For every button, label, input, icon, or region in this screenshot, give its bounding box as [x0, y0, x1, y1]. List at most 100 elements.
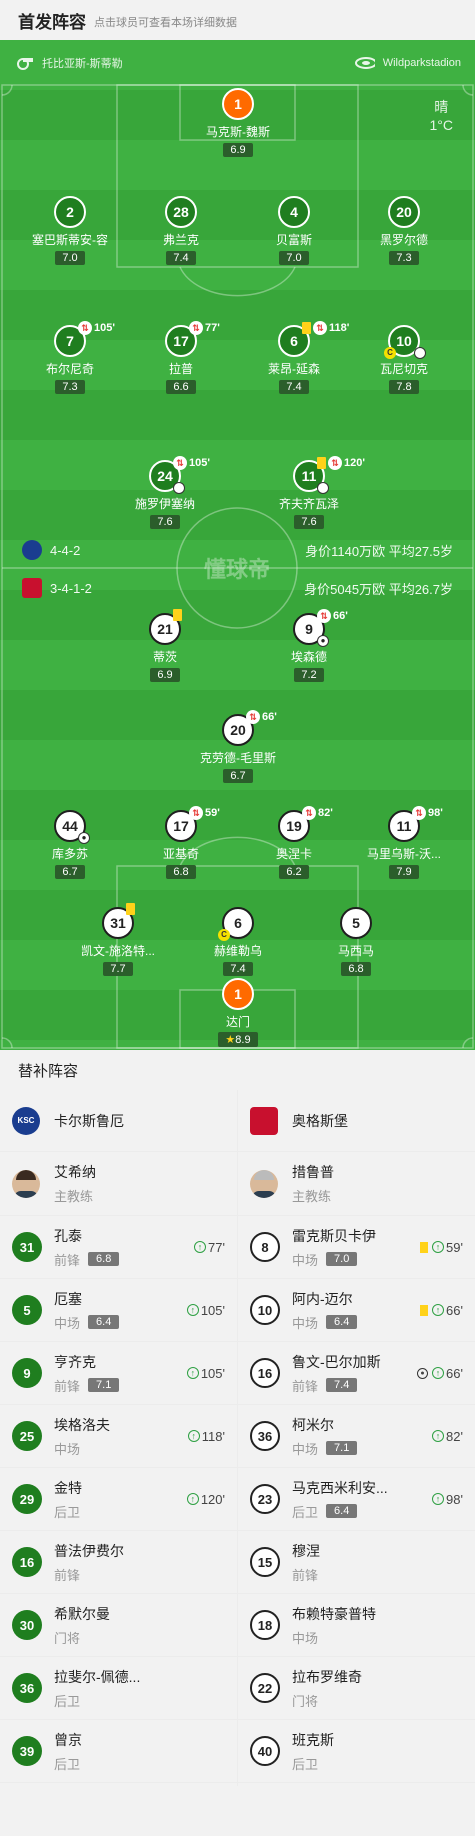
- player-rating: 7.8: [389, 380, 419, 394]
- player-away-1[interactable]: 1 达门 ★8.9: [183, 978, 293, 1048]
- sub-time: 105': [200, 1302, 225, 1318]
- away-value-age: 身价5045万欧 平均26.7岁: [304, 581, 453, 597]
- player-home-17[interactable]: 17 ⇅ 77' 拉普 6.6: [126, 321, 236, 395]
- player-home-1[interactable]: 1 马克斯-魏斯 6.9: [183, 88, 293, 158]
- captain-icon: C: [218, 929, 230, 941]
- sub-row[interactable]: 18 布赖特豪普特 中场: [238, 1594, 475, 1657]
- sub-number: 9: [12, 1358, 42, 1388]
- home-team-row[interactable]: KSC 卡尔斯鲁厄: [0, 1090, 237, 1152]
- player-number: 1: [222, 88, 254, 120]
- sub-name: 金特: [54, 1479, 82, 1496]
- sub-row[interactable]: 31 孔泰 前锋 6.8 ↑ 77': [0, 1216, 237, 1279]
- sub-row[interactable]: 36 柯米尔 中场 7.1 ↑ 82': [238, 1405, 475, 1468]
- player-away-20[interactable]: 20 ⇅ 66' 克劳德-毛里斯 6.7: [183, 710, 293, 784]
- player-home-10[interactable]: 10 C ● 瓦尼切克 7.8: [349, 325, 459, 395]
- sub-time: 77': [208, 1239, 225, 1255]
- away-team-row[interactable]: 奥格斯堡: [238, 1090, 475, 1152]
- substitution-icon: ⇅: [78, 321, 92, 335]
- player-home-7[interactable]: 7 ⇅ 105' 布尔尼奇 7.3: [15, 321, 125, 395]
- sub-row[interactable]: 5 厄塞 中场 6.4 ↑ 105': [0, 1279, 237, 1342]
- home-coach-row[interactable]: 艾希纳 主教练: [0, 1152, 237, 1216]
- player-number: 20 ⇅ 66': [222, 710, 277, 746]
- sub-position: 前锋: [54, 1252, 81, 1268]
- sub-row[interactable]: 8 雷克斯贝卡伊 中场 7.0 ↑ 59': [238, 1216, 475, 1279]
- player-number: 20: [388, 196, 420, 228]
- sub-in-icon: ↑: [432, 1241, 445, 1253]
- sub-row[interactable]: 29 金特 后卫 ↑ 120': [0, 1468, 237, 1531]
- sub-number: 23: [250, 1484, 280, 1514]
- player-away-21[interactable]: 21 蒂茨 6.9: [110, 609, 220, 683]
- home-team-name: 卡尔斯鲁厄: [54, 1112, 124, 1129]
- ball-icon: ●: [173, 482, 185, 494]
- sub-number: 30: [12, 1610, 42, 1640]
- player-name: 克劳德-毛里斯: [200, 751, 276, 765]
- player-rating: 6.7: [55, 865, 85, 879]
- player-home-11[interactable]: 11 ● ⇅ 120' 齐夫齐瓦泽 7.6: [254, 456, 365, 530]
- player-name: 莱昂-延森: [268, 362, 320, 376]
- sub-row[interactable]: 22 拉布罗维奇 门将: [238, 1657, 475, 1720]
- subs-title: 替补阵容: [0, 1050, 475, 1090]
- sub-number: 25: [12, 1421, 42, 1451]
- sub-number: 36: [12, 1673, 42, 1703]
- sub-row[interactable]: 10 阿内-迈尔 中场 6.4 ↑ 66': [238, 1279, 475, 1342]
- pitch: 懂球帝 托比亚斯-斯蒂勒 Wildparkstadion 晴 1°C 1 马克斯…: [0, 40, 475, 1050]
- player-name: 奥涅卡: [275, 847, 312, 861]
- page-title: 首发阵容: [18, 12, 86, 32]
- player-home-24[interactable]: 24 ● ⇅ 105' 施罗伊塞纳 7.6: [110, 456, 220, 530]
- sub-name: 埃格洛夫: [54, 1416, 110, 1433]
- sub-row[interactable]: 16 鲁文-巴尔加斯 前锋 7.4 ● ↑ 66': [238, 1342, 475, 1405]
- sub-in-icon: ↑: [432, 1367, 445, 1379]
- player-home-2[interactable]: 2 塞巴斯蒂安-容 7.0: [15, 196, 125, 266]
- away-team-name: 奥格斯堡: [292, 1112, 348, 1129]
- sub-name: 阿内-迈尔: [292, 1290, 353, 1307]
- player-name: 齐夫齐瓦泽: [278, 497, 339, 511]
- player-home-28[interactable]: 28 弗兰克 7.4: [126, 196, 236, 266]
- sub-time: 66': [446, 1302, 463, 1318]
- ball-icon: ●: [317, 482, 329, 494]
- sub-name: 曾京: [54, 1731, 82, 1748]
- sub-row[interactable]: 36 拉斐尔-佩德... 后卫: [0, 1657, 237, 1720]
- player-home-20[interactable]: 20 黑罗尔德 7.3: [349, 196, 459, 266]
- player-name: 蒂茨: [152, 650, 177, 664]
- player-rating: 7.4: [223, 962, 253, 976]
- captain-icon: C: [384, 347, 396, 359]
- yellow-card-icon: [126, 903, 135, 915]
- player-away-44[interactable]: 44 ● 库多苏 6.7: [15, 810, 125, 880]
- player-number: 11 ● ⇅ 120': [293, 456, 365, 494]
- player-rating: 7.0: [279, 251, 309, 265]
- home-formation: 4-4-2: [50, 542, 81, 558]
- player-name: 马里乌斯-沃...: [367, 847, 441, 861]
- player-away-5[interactable]: 5 马西马 6.8: [301, 907, 411, 977]
- player-away-11[interactable]: 11 ⇅ 98' 马里乌斯-沃... 7.9: [349, 806, 459, 880]
- player-away-19[interactable]: 19 ⇅ 82' 奥涅卡 6.2: [239, 806, 349, 880]
- player-away-17[interactable]: 17 ⇅ 59' 亚基奇 6.8: [126, 806, 236, 880]
- sub-in-icon: ↑: [186, 1493, 199, 1505]
- away-coach-row[interactable]: 措鲁普 主教练: [238, 1152, 475, 1216]
- yellow-card-icon: [420, 1304, 429, 1316]
- sub-rating: 7.0: [326, 1252, 358, 1266]
- player-home-4[interactable]: 4 贝富斯 7.0: [239, 196, 349, 266]
- player-number: 4: [278, 196, 310, 228]
- sub-row[interactable]: 30 希默尔曼 门将: [0, 1594, 237, 1657]
- player-number: 6 C: [218, 907, 254, 941]
- stadium-icon: [354, 55, 375, 71]
- sub-row[interactable]: 9 亨齐克 前锋 7.1 ↑ 105': [0, 1342, 237, 1405]
- sub-row[interactable]: 23 马克西米利安... 后卫 6.4 ↑ 98': [238, 1468, 475, 1531]
- player-home-6[interactable]: 6 ⇅ 118' 莱昂-延森 7.4: [239, 321, 349, 395]
- player-away-6[interactable]: 6 C 赫维勒乌 7.4: [183, 907, 293, 977]
- player-name: 拉普: [168, 362, 193, 376]
- sub-row[interactable]: 25 埃格洛夫 中场 ↑ 118': [0, 1405, 237, 1468]
- player-rating: 7.3: [55, 380, 85, 394]
- stadium-name: Wildparkstadion: [382, 57, 461, 69]
- player-away-31[interactable]: 31 凯文-施洛特... 7.7: [63, 903, 173, 977]
- player-name: 施罗伊塞纳: [134, 497, 195, 511]
- substitution-icon: ⇅: [313, 321, 327, 335]
- sub-row[interactable]: 16 普法伊费尔 前锋: [0, 1531, 237, 1594]
- sub-row[interactable]: 15 穆涅 前锋: [238, 1531, 475, 1594]
- player-name: 赫维勒乌: [213, 944, 262, 958]
- sub-row[interactable]: 40 班克斯 后卫: [238, 1720, 475, 1783]
- sub-row[interactable]: 39 曾京 后卫: [0, 1720, 237, 1783]
- away-team-logo: [22, 578, 42, 598]
- player-away-9[interactable]: 9 ● ⇅ 66' 埃森德 7.2: [254, 609, 364, 683]
- sub-name: 厄塞: [54, 1290, 82, 1307]
